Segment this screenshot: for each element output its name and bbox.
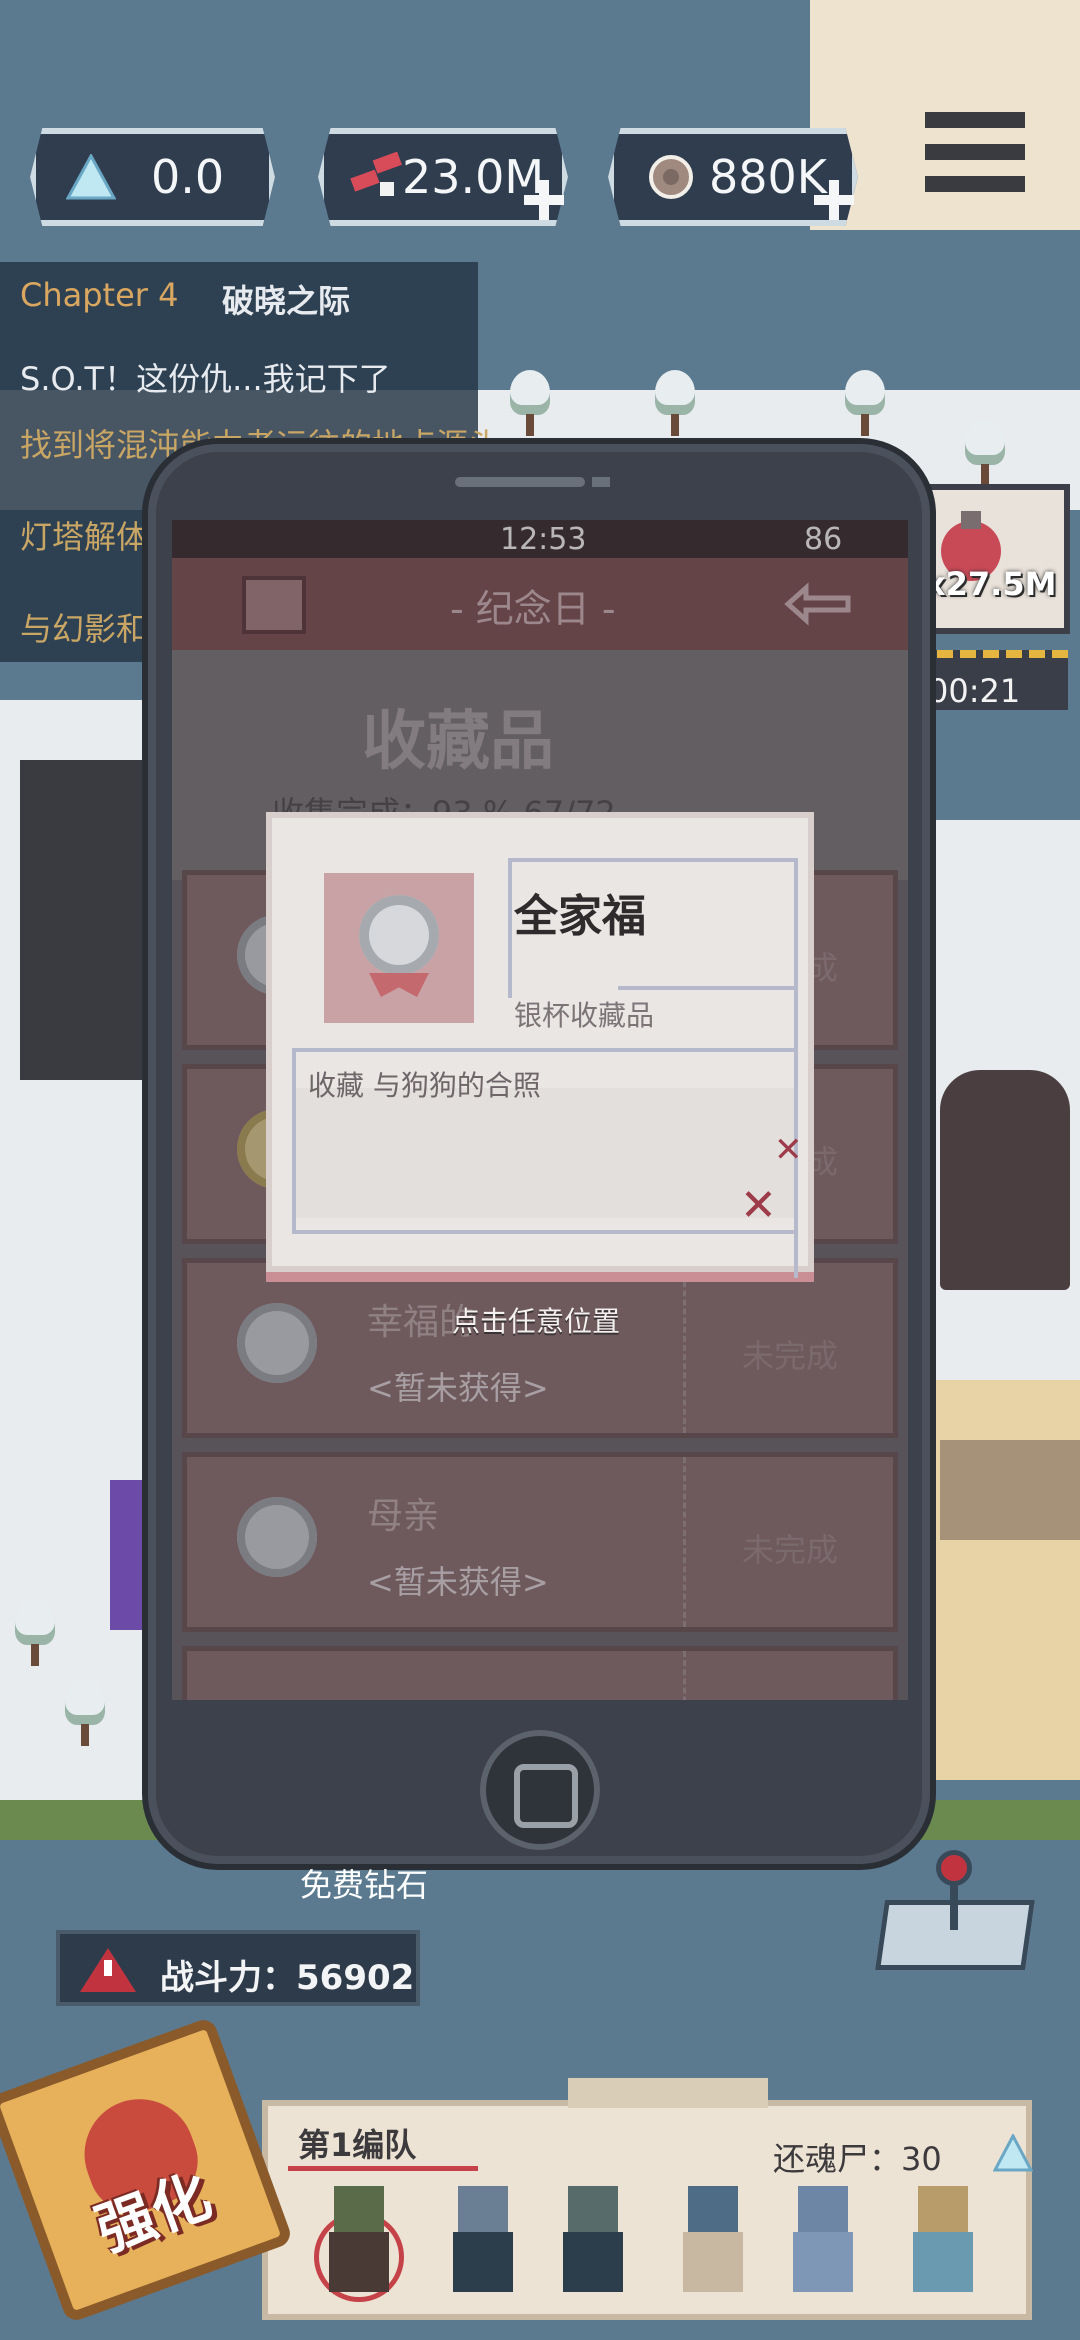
team-tab-underline	[288, 2166, 478, 2171]
snow-tree	[960, 420, 1010, 490]
item-name: 全家福	[514, 891, 646, 942]
warning-icon	[80, 1948, 136, 1992]
silver-medal-icon	[359, 895, 439, 975]
dome-building[interactable]	[940, 1070, 1070, 1290]
item-description: 收藏 与狗狗的合照	[308, 1069, 541, 1102]
bare-tree	[10, 1600, 60, 1670]
phone-home-button[interactable]	[480, 1730, 600, 1850]
souls-count-label: 还魂尸：30	[773, 2140, 942, 2178]
bare-tree	[60, 1680, 110, 1750]
frame-line	[794, 858, 798, 1278]
desc-area	[296, 1088, 794, 1218]
coins-plus-icon[interactable]	[814, 180, 854, 220]
free-diamond-label[interactable]: 免费钻石	[300, 1860, 428, 1906]
team-character[interactable]	[548, 2186, 638, 2306]
combat-power-display[interactable]: 战斗力：56902	[56, 1930, 420, 2006]
npc-character[interactable]	[110, 1480, 150, 1630]
item-type: 银杯收藏品	[514, 999, 655, 1032]
frame-line	[508, 858, 512, 998]
souls-counter[interactable]: 0.0	[30, 128, 275, 226]
combat-power-value: 战斗力：56902	[160, 1958, 415, 1998]
team-panel[interactable]: 第1编队 还魂尸：30	[262, 2078, 1033, 2320]
snow-tree	[840, 370, 890, 440]
chapter-title: 破晓之际	[222, 282, 351, 320]
joystick-icon[interactable]	[870, 1850, 1040, 1980]
machine-building[interactable]	[20, 760, 150, 1080]
snow-tree	[505, 370, 555, 440]
coins-value: 880K	[709, 150, 827, 204]
team-character[interactable]	[438, 2186, 528, 2306]
triangle-soul-icon	[993, 2134, 1033, 2172]
quest-item[interactable]: 与幻影和	[20, 604, 148, 650]
snow-tree	[650, 370, 700, 440]
event-timer: 00:21	[928, 672, 1021, 710]
frame-line	[292, 1230, 798, 1234]
quest-item[interactable]: S.O.T！这份仇...我记下了	[20, 354, 391, 400]
gems-plus-icon[interactable]	[524, 180, 564, 220]
phone-camera	[592, 477, 610, 487]
team-character[interactable]	[778, 2186, 868, 2306]
team-character[interactable]	[898, 2186, 988, 2306]
team-tab[interactable]: 第1编队	[298, 2120, 416, 2166]
gem-icon	[350, 152, 402, 196]
team-character[interactable]	[314, 2186, 404, 2306]
chapter-label: Chapter 4	[20, 276, 179, 314]
rock-pile	[940, 1440, 1080, 1540]
frame-line	[292, 1048, 798, 1052]
phone-speaker	[455, 477, 585, 487]
event-count: x27.5M	[925, 565, 1057, 603]
item-detail-popup[interactable]: 全家福 银杯收藏品 收藏 与狗狗的合照 ✕ ✕	[266, 812, 814, 1278]
expand-handle[interactable]	[568, 2078, 768, 2108]
frame-line	[508, 858, 798, 862]
close-icon[interactable]: ✕	[774, 1130, 803, 1170]
close-icon[interactable]: ✕	[740, 1180, 777, 1231]
tap-anywhere-hint: 点击任意位置	[452, 1305, 621, 1338]
coin-icon	[649, 155, 693, 199]
gems-value: 23.0M	[402, 150, 545, 204]
ribbon-icon	[369, 973, 429, 997]
triangle-soul-icon	[66, 154, 116, 200]
item-icon	[324, 873, 474, 1023]
menu-icon[interactable]	[900, 100, 1050, 210]
team-character[interactable]	[668, 2186, 758, 2306]
frame-line	[618, 986, 798, 990]
souls-value: 0.0	[151, 150, 225, 204]
